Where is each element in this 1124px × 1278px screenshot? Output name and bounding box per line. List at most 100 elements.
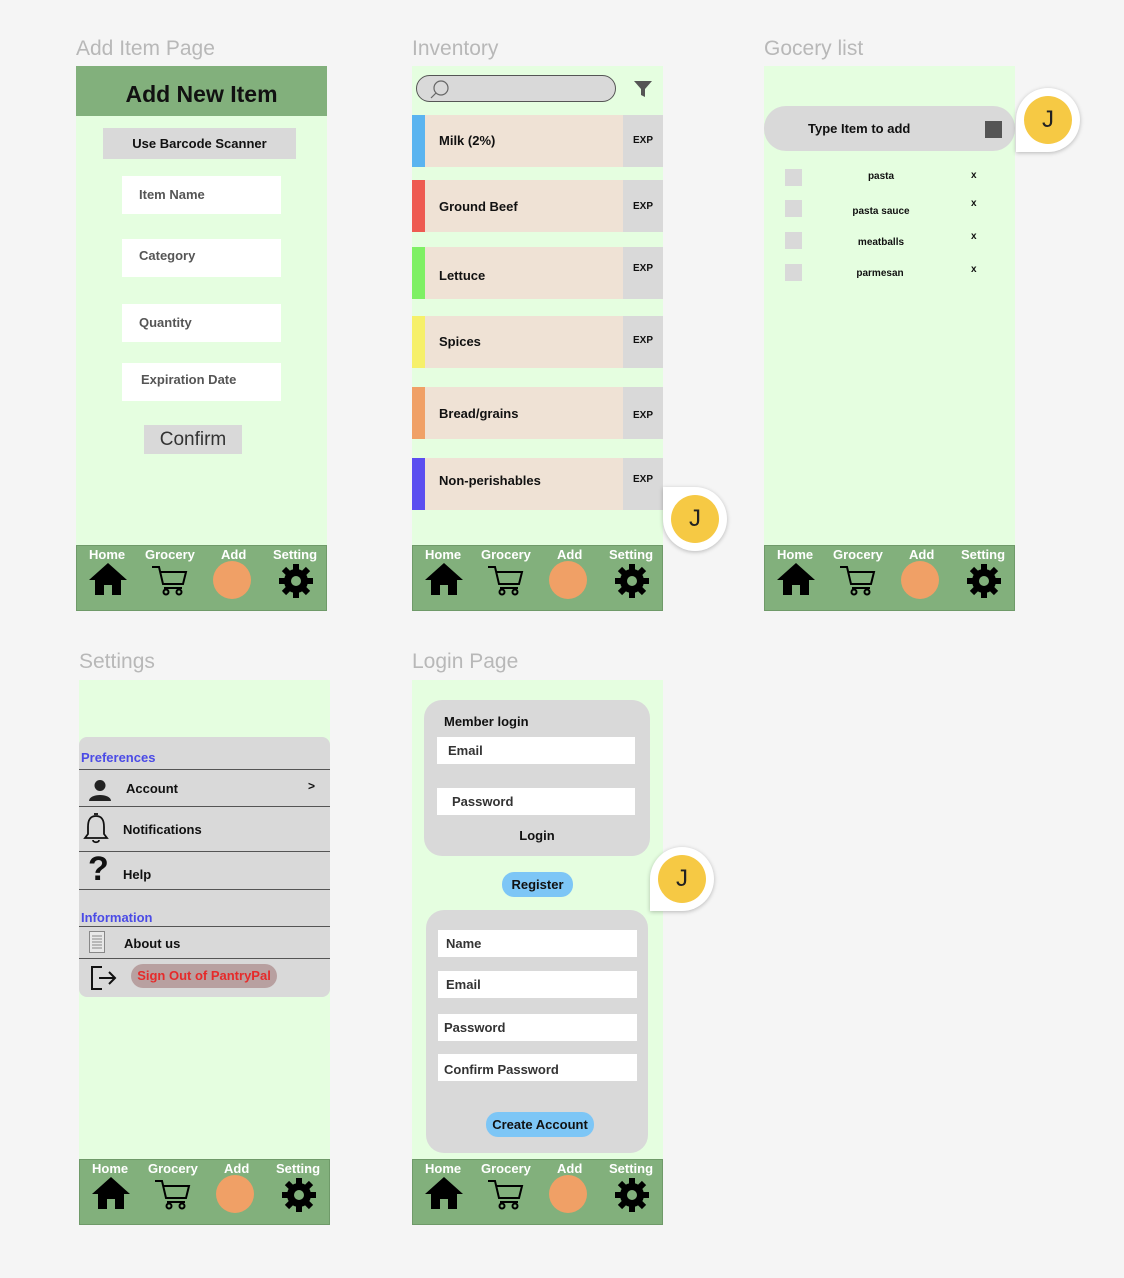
login-screen: Member login Email Password Login Regist… <box>412 680 663 1225</box>
grocery-remove-button[interactable]: x <box>971 198 977 209</box>
settings-label-notifications: Notifications <box>123 822 202 837</box>
inventory-item-label: Spices <box>439 334 481 349</box>
category-color-bar <box>412 247 425 299</box>
frame-title-settings: Settings <box>79 650 155 673</box>
nav-add-label: Add <box>557 547 583 562</box>
grocery-remove-button[interactable]: x <box>971 170 977 181</box>
settings-item-notifications[interactable]: Notifications <box>79 806 330 852</box>
grocery-checkbox[interactable] <box>785 200 802 217</box>
login-button[interactable]: Login <box>424 828 650 843</box>
search-input[interactable] <box>416 75 616 102</box>
nav-home-label: Home <box>89 547 126 562</box>
chevron-right-icon: > <box>308 779 316 793</box>
home-icon[interactable] <box>88 562 128 596</box>
grocery-remove-button[interactable]: x <box>971 264 977 275</box>
register-password-field[interactable]: Password <box>438 1014 637 1041</box>
grocery-checkbox[interactable] <box>785 232 802 249</box>
cart-icon[interactable] <box>487 564 525 596</box>
inventory-row[interactable]: Bread/grains EXP <box>412 387 663 439</box>
gear-icon[interactable] <box>966 563 1002 599</box>
information-heading: Information <box>81 910 153 925</box>
cart-icon[interactable] <box>839 564 877 596</box>
grocery-remove-button[interactable]: x <box>971 231 977 242</box>
home-icon[interactable] <box>424 1176 464 1210</box>
filter-icon[interactable] <box>634 80 652 98</box>
exp-button[interactable]: EXP <box>623 316 663 368</box>
create-account-button[interactable]: Create Account <box>486 1112 594 1137</box>
register-email-field[interactable]: Email <box>438 971 637 998</box>
frame-title-add-item: Add Item Page <box>76 37 215 60</box>
email-field[interactable]: Email <box>437 737 635 764</box>
member-login-panel: Member login Email Password Login <box>424 700 650 856</box>
password-field[interactable]: Password <box>437 788 635 815</box>
avatar-initial: J <box>1024 96 1072 144</box>
nav-home-label: Home <box>425 547 462 562</box>
nav-home-label: Home <box>425 1161 462 1176</box>
nav-add-label: Add <box>909 547 935 562</box>
settings-section-information: Information <box>79 889 330 926</box>
add-circle-button[interactable] <box>549 561 587 599</box>
settings-item-about[interactable]: About us <box>79 926 330 958</box>
search-icon <box>430 80 449 99</box>
name-field[interactable]: Name <box>438 930 637 957</box>
inventory-row[interactable]: Spices EXP <box>412 316 663 368</box>
confirm-button[interactable]: Confirm <box>144 425 242 454</box>
gear-icon[interactable] <box>278 563 314 599</box>
inventory-item-label: Lettuce <box>439 268 486 283</box>
document-icon <box>89 931 105 953</box>
settings-item-help[interactable]: ? Help <box>79 850 330 889</box>
register-button[interactable]: Register <box>502 872 573 897</box>
bottom-nav: Home Grocery Add Setting <box>412 545 663 611</box>
exp-button[interactable]: EXP <box>623 247 663 299</box>
exp-button[interactable]: EXP <box>623 387 663 439</box>
cart-icon[interactable] <box>154 1178 192 1210</box>
exp-button[interactable]: EXP <box>623 180 663 232</box>
settings-item-account[interactable]: Account > <box>79 769 330 806</box>
grocery-screen: Type Item to add pasta x pasta sauce x m… <box>764 66 1015 611</box>
confirm-password-field[interactable]: Confirm Password <box>438 1054 637 1081</box>
cart-icon[interactable] <box>487 1178 525 1210</box>
grocery-item-label: meatballs <box>857 237 905 248</box>
add-circle-button[interactable] <box>549 1175 587 1213</box>
add-circle-button[interactable] <box>213 561 251 599</box>
grocery-checkbox[interactable] <box>785 169 802 186</box>
category-color-bar <box>412 180 425 232</box>
exp-button[interactable]: EXP <box>623 458 663 510</box>
user-avatar[interactable]: J <box>663 487 727 551</box>
nav-grocery-label: Grocery <box>145 547 195 562</box>
user-avatar[interactable]: J <box>1016 88 1080 152</box>
sign-out-button[interactable]: Sign Out of PantryPal <box>131 964 277 988</box>
frame-title-inventory: Inventory <box>412 37 499 60</box>
barcode-scanner-button[interactable]: Use Barcode Scanner <box>103 128 296 159</box>
inventory-item-label: Ground Beef <box>439 199 518 214</box>
home-icon[interactable] <box>91 1176 131 1210</box>
nav-home-label: Home <box>92 1161 129 1176</box>
settings-label-help: Help <box>123 867 152 882</box>
inventory-row[interactable]: Ground Beef EXP <box>412 180 663 232</box>
inventory-row[interactable]: Lettuce EXP <box>412 247 663 299</box>
item-name-field[interactable]: Item Name <box>122 176 281 214</box>
register-panel: Name Email Password Confirm Password Cre… <box>426 910 648 1153</box>
add-item-header: Add New Item <box>76 66 327 116</box>
grocery-add-input[interactable]: Type Item to add <box>764 106 1015 151</box>
user-avatar[interactable]: J <box>650 847 714 911</box>
grocery-add-button[interactable] <box>985 121 1002 138</box>
expiration-date-field[interactable]: Expiration Date <box>122 363 281 401</box>
cart-icon[interactable] <box>151 564 189 596</box>
gear-icon[interactable] <box>614 563 650 599</box>
category-field[interactable]: Category <box>122 239 281 277</box>
gear-icon[interactable] <box>281 1177 317 1213</box>
nav-home-label: Home <box>777 547 814 562</box>
home-icon[interactable] <box>424 562 464 596</box>
inventory-row[interactable]: Milk (2%) EXP <box>412 115 663 167</box>
quantity-field[interactable]: Quantity <box>122 304 281 342</box>
exp-button[interactable]: EXP <box>623 115 663 167</box>
inventory-row[interactable]: Non-perishables EXP <box>412 458 663 510</box>
add-circle-button[interactable] <box>901 561 939 599</box>
settings-label-about: About us <box>124 936 181 951</box>
add-circle-button[interactable] <box>216 1175 254 1213</box>
nav-grocery-label: Grocery <box>481 1161 531 1176</box>
gear-icon[interactable] <box>614 1177 650 1213</box>
grocery-checkbox[interactable] <box>785 264 802 281</box>
home-icon[interactable] <box>776 562 816 596</box>
